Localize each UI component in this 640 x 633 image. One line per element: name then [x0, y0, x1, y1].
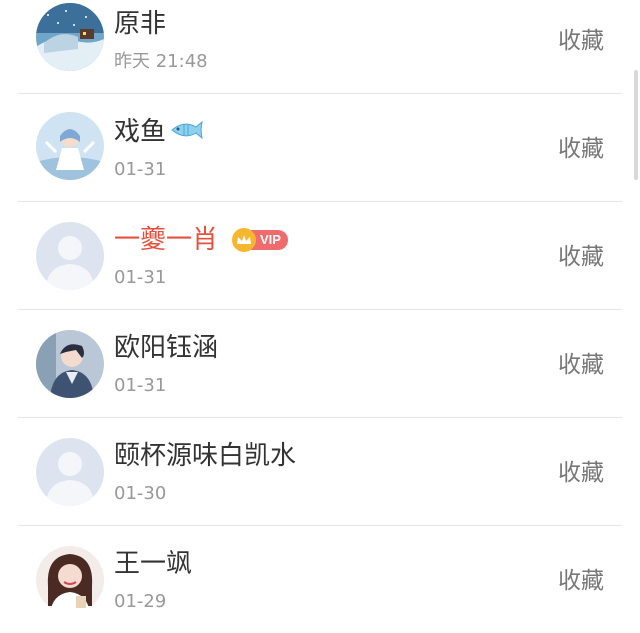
follow-date: 01-31 — [114, 375, 167, 396]
follower-list: 原非 昨天 21:48 收藏 戏鱼 01-31 收藏 一夔一肖 VIP 01-3… — [0, 0, 640, 633]
collect-button[interactable]: 收藏 — [558, 26, 604, 56]
collect-button[interactable]: 收藏 — [558, 566, 604, 596]
name-line: 戏鱼 — [114, 114, 204, 150]
user-name[interactable]: 戏鱼 — [114, 114, 166, 150]
fish-icon — [170, 119, 204, 145]
follow-date: 01-31 — [114, 159, 167, 180]
list-item[interactable]: 一夔一肖 VIP 01-31 收藏 — [0, 202, 640, 310]
user-name[interactable]: 颐杯源味白凯水 — [114, 438, 296, 474]
list-item[interactable]: 原非 昨天 21:48 收藏 — [0, 0, 640, 94]
user-name[interactable]: 一夔一肖 — [114, 222, 218, 258]
list-item[interactable]: 颐杯源味白凯水 01-30 收藏 — [0, 418, 640, 526]
collect-button[interactable]: 收藏 — [558, 458, 604, 488]
user-name[interactable]: 王一飒 — [114, 546, 192, 582]
collect-button[interactable]: 收藏 — [558, 134, 604, 164]
avatar[interactable] — [36, 546, 104, 614]
follow-date: 昨天 21:48 — [114, 51, 208, 72]
user-name[interactable]: 原非 — [114, 6, 166, 42]
follow-date: 01-31 — [114, 267, 167, 288]
avatar[interactable] — [36, 330, 104, 398]
follow-date: 01-29 — [114, 591, 167, 612]
user-name[interactable]: 欧阳钰涵 — [114, 330, 218, 366]
scrollbar[interactable] — [634, 70, 638, 180]
list-item[interactable]: 王一飒 01-29 收藏 — [0, 526, 640, 633]
vip-badge: VIP — [232, 228, 288, 252]
name-line: 原非 — [114, 6, 166, 42]
collect-button[interactable]: 收藏 — [558, 242, 604, 272]
name-line: 颐杯源味白凯水 — [114, 438, 296, 474]
avatar[interactable] — [36, 3, 104, 71]
name-line: 王一飒 — [114, 546, 192, 582]
avatar[interactable] — [36, 112, 104, 180]
list-item[interactable]: 戏鱼 01-31 收藏 — [0, 94, 640, 202]
avatar[interactable] — [36, 438, 104, 506]
avatar[interactable] — [36, 222, 104, 290]
crown-icon — [232, 228, 257, 252]
list-item[interactable]: 欧阳钰涵 01-31 收藏 — [0, 310, 640, 418]
collect-button[interactable]: 收藏 — [558, 350, 604, 380]
name-line: 一夔一肖 VIP — [114, 222, 288, 258]
name-line: 欧阳钰涵 — [114, 330, 218, 366]
follow-date: 01-30 — [114, 483, 167, 504]
